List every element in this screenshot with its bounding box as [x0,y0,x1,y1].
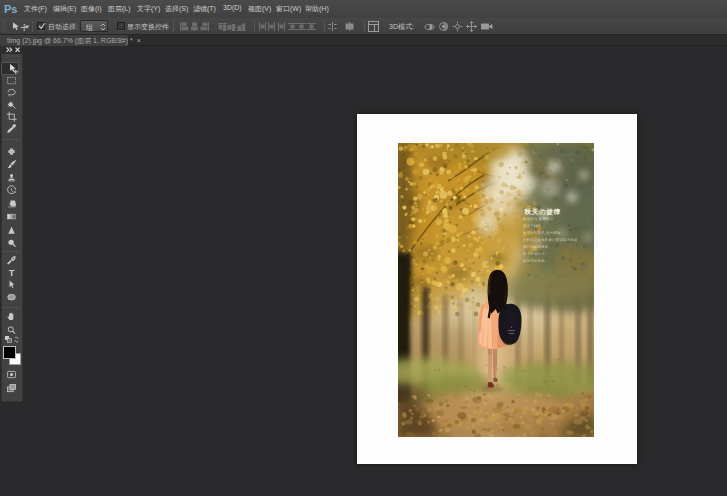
svg-text:T: T [9,267,15,278]
